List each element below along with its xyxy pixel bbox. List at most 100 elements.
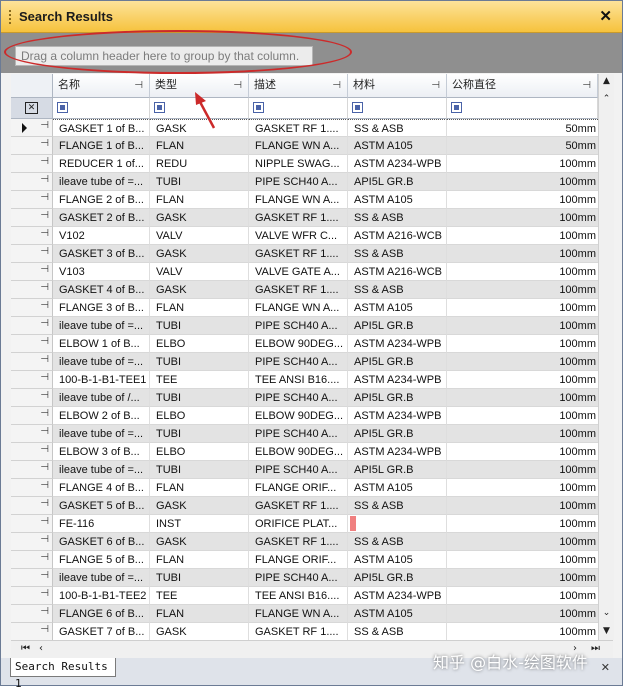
cell-name[interactable]: ELBOW 1 of B... bbox=[53, 335, 150, 353]
cell-type[interactable]: TUBI bbox=[150, 317, 249, 335]
row-indicator[interactable]: ⊣ bbox=[11, 155, 53, 173]
cell-dn[interactable]: 100mm bbox=[447, 245, 598, 263]
row-pin-icon[interactable]: ⊣ bbox=[40, 372, 49, 383]
table-row[interactable]: ⊣ ileave tube of =... TUBI PIPE SCH40 A... A… bbox=[11, 353, 598, 371]
cell-name[interactable]: FLANGE 4 of B... bbox=[53, 479, 150, 497]
table-row[interactable]: ⊣ ileave tube of =... TUBI PIPE SCH40 A... A… bbox=[11, 569, 598, 587]
cell-material[interactable]: ASTM A234-WPB bbox=[348, 155, 447, 173]
cell-dn[interactable]: 100mm bbox=[447, 587, 598, 605]
row-indicator[interactable]: ⊣ bbox=[11, 317, 53, 335]
row-indicator[interactable]: ⊣ bbox=[11, 371, 53, 389]
row-pin-icon[interactable]: ⊣ bbox=[40, 138, 49, 149]
column-header-material[interactable]: 材料 ⊣ bbox=[348, 74, 447, 98]
cell-type[interactable]: FLAN bbox=[150, 137, 249, 155]
cell-dn[interactable]: 100mm bbox=[447, 425, 598, 443]
cell-material[interactable] bbox=[348, 515, 447, 533]
table-row[interactable]: ⊣ ELBOW 1 of B... ELBO ELBOW 90DEG... ASTM A… bbox=[11, 335, 598, 353]
row-pin-icon[interactable]: ⊣ bbox=[40, 552, 49, 563]
cell-name[interactable]: GASKET 2 of B... bbox=[53, 209, 150, 227]
cell-material[interactable]: ASTM A234-WPB bbox=[348, 371, 447, 389]
column-header-nominal-diameter[interactable]: 公称直径 ⊣ bbox=[447, 74, 598, 98]
cell-type[interactable]: GASK bbox=[150, 497, 249, 515]
scroll-up-icon[interactable]: ⌃ bbox=[599, 92, 614, 106]
cell-dn[interactable]: 100mm bbox=[447, 281, 598, 299]
row-pin-icon[interactable]: ⊣ bbox=[40, 534, 49, 545]
cell-type[interactable]: VALV bbox=[150, 263, 249, 281]
row-pin-icon[interactable]: ⊣ bbox=[40, 570, 49, 581]
cell-name[interactable]: V103 bbox=[53, 263, 150, 281]
filter-cell-material[interactable] bbox=[348, 98, 447, 119]
close-icon[interactable]: ✕ bbox=[599, 7, 612, 25]
cell-material[interactable]: API5L GR.B bbox=[348, 389, 447, 407]
filter-icon[interactable] bbox=[352, 102, 363, 113]
row-pin-icon[interactable]: ⊣ bbox=[40, 300, 49, 311]
cell-type[interactable]: ELBO bbox=[150, 335, 249, 353]
cell-desc[interactable]: FLANGE WN A... bbox=[249, 605, 348, 623]
cell-type[interactable]: GASK bbox=[150, 281, 249, 299]
cell-material[interactable]: ASTM A234-WPB bbox=[348, 407, 447, 425]
cell-dn[interactable]: 100mm bbox=[447, 155, 598, 173]
cell-name[interactable]: FLANGE 2 of B... bbox=[53, 191, 150, 209]
table-row[interactable]: ⊣ ileave tube of /... TUBI PIPE SCH40 A... A… bbox=[11, 389, 598, 407]
cell-name[interactable]: ELBOW 3 of B... bbox=[53, 443, 150, 461]
cell-dn[interactable]: 100mm bbox=[447, 173, 598, 191]
row-indicator[interactable]: ⊣ bbox=[11, 353, 53, 371]
row-indicator[interactable]: ⊣ bbox=[11, 515, 53, 533]
cell-dn[interactable]: 100mm bbox=[447, 605, 598, 623]
cell-name[interactable]: ileave tube of =... bbox=[53, 173, 150, 191]
cell-type[interactable]: TUBI bbox=[150, 461, 249, 479]
cell-dn[interactable]: 100mm bbox=[447, 371, 598, 389]
cell-type[interactable]: ELBO bbox=[150, 443, 249, 461]
pin-icon[interactable]: ⊣ bbox=[134, 74, 143, 97]
table-row[interactable]: ⊣ REDUCER 1 of... REDU NIPPLE SWAG... ASTM A… bbox=[11, 155, 598, 173]
filter-icon[interactable] bbox=[451, 102, 462, 113]
row-pin-icon[interactable]: ⊣ bbox=[40, 318, 49, 329]
cell-desc[interactable]: FLANGE ORIF... bbox=[249, 479, 348, 497]
pin-icon[interactable]: ⊣ bbox=[582, 74, 591, 97]
row-pin-icon[interactable]: ⊣ bbox=[40, 156, 49, 167]
cell-material[interactable]: API5L GR.B bbox=[348, 317, 447, 335]
table-row[interactable]: ⊣ V102 VALV VALVE WFR C... ASTM A216-WCB 100m… bbox=[11, 227, 598, 245]
cell-desc[interactable]: TEE ANSI B16.... bbox=[249, 371, 348, 389]
table-row[interactable]: ⊣ FLANGE 6 of B... FLAN FLANGE WN A... ASTM … bbox=[11, 605, 598, 623]
group-by-panel[interactable]: Drag a column header here to group by th… bbox=[1, 33, 622, 73]
cell-desc[interactable]: FLANGE ORIF... bbox=[249, 551, 348, 569]
cell-name[interactable]: FLANGE 1 of B... bbox=[53, 137, 150, 155]
cell-desc[interactable]: FLANGE WN A... bbox=[249, 299, 348, 317]
cell-desc[interactable]: PIPE SCH40 A... bbox=[249, 317, 348, 335]
row-indicator[interactable]: ⊣ bbox=[11, 137, 53, 155]
cell-name[interactable]: GASKET 5 of B... bbox=[53, 497, 150, 515]
row-pin-icon[interactable]: ⊣ bbox=[40, 444, 49, 455]
cell-desc[interactable]: PIPE SCH40 A... bbox=[249, 569, 348, 587]
cell-name[interactable]: ileave tube of /... bbox=[53, 389, 150, 407]
cell-material[interactable]: API5L GR.B bbox=[348, 353, 447, 371]
cell-type[interactable]: REDU bbox=[150, 155, 249, 173]
cell-type[interactable]: TUBI bbox=[150, 353, 249, 371]
cell-type[interactable]: GASK bbox=[150, 533, 249, 551]
cell-name[interactable]: ileave tube of =... bbox=[53, 569, 150, 587]
row-pin-icon[interactable]: ⊣ bbox=[40, 210, 49, 221]
table-row[interactable]: ⊣ 100-B-1-B1-TEE2 TEE TEE ANSI B16.... ASTM … bbox=[11, 587, 598, 605]
cell-type[interactable]: INST bbox=[150, 515, 249, 533]
scroll-first-icon[interactable]: ⏮ bbox=[21, 643, 30, 654]
table-row[interactable]: ⊣ ileave tube of =... TUBI PIPE SCH40 A... A… bbox=[11, 173, 598, 191]
row-pin-icon[interactable]: ⊣ bbox=[40, 606, 49, 617]
table-row[interactable]: ⊣ ELBOW 3 of B... ELBO ELBOW 90DEG... ASTM A… bbox=[11, 443, 598, 461]
tab-search-results-1[interactable]: Search Results 1 bbox=[10, 658, 116, 690]
row-indicator[interactable]: ⊣ bbox=[11, 263, 53, 281]
filter-icon[interactable] bbox=[57, 102, 68, 113]
cell-name[interactable]: ELBOW 2 of B... bbox=[53, 407, 150, 425]
row-indicator[interactable]: ⊣ bbox=[11, 389, 53, 407]
cell-desc[interactable]: GASKET RF 1.... bbox=[249, 281, 348, 299]
cell-desc[interactable]: GASKET RF 1.... bbox=[249, 497, 348, 515]
table-row[interactable]: ⊣ ileave tube of =... TUBI PIPE SCH40 A... A… bbox=[11, 425, 598, 443]
vertical-scrollbar[interactable]: ▲ ⌃ ⌄ ▼ bbox=[598, 74, 614, 640]
cell-material[interactable]: ASTM A216-WCB bbox=[348, 227, 447, 245]
cell-material[interactable]: SS & ASB bbox=[348, 623, 447, 640]
cell-desc[interactable]: FLANGE WN A... bbox=[249, 191, 348, 209]
row-indicator[interactable]: ⊣ bbox=[11, 425, 53, 443]
table-row[interactable]: ⊣ FLANGE 4 of B... FLAN FLANGE ORIF... ASTM … bbox=[11, 479, 598, 497]
cell-material[interactable]: ASTM A105 bbox=[348, 605, 447, 623]
scroll-top-icon[interactable]: ▲ bbox=[599, 74, 614, 88]
row-indicator[interactable]: ⊣ bbox=[11, 245, 53, 263]
